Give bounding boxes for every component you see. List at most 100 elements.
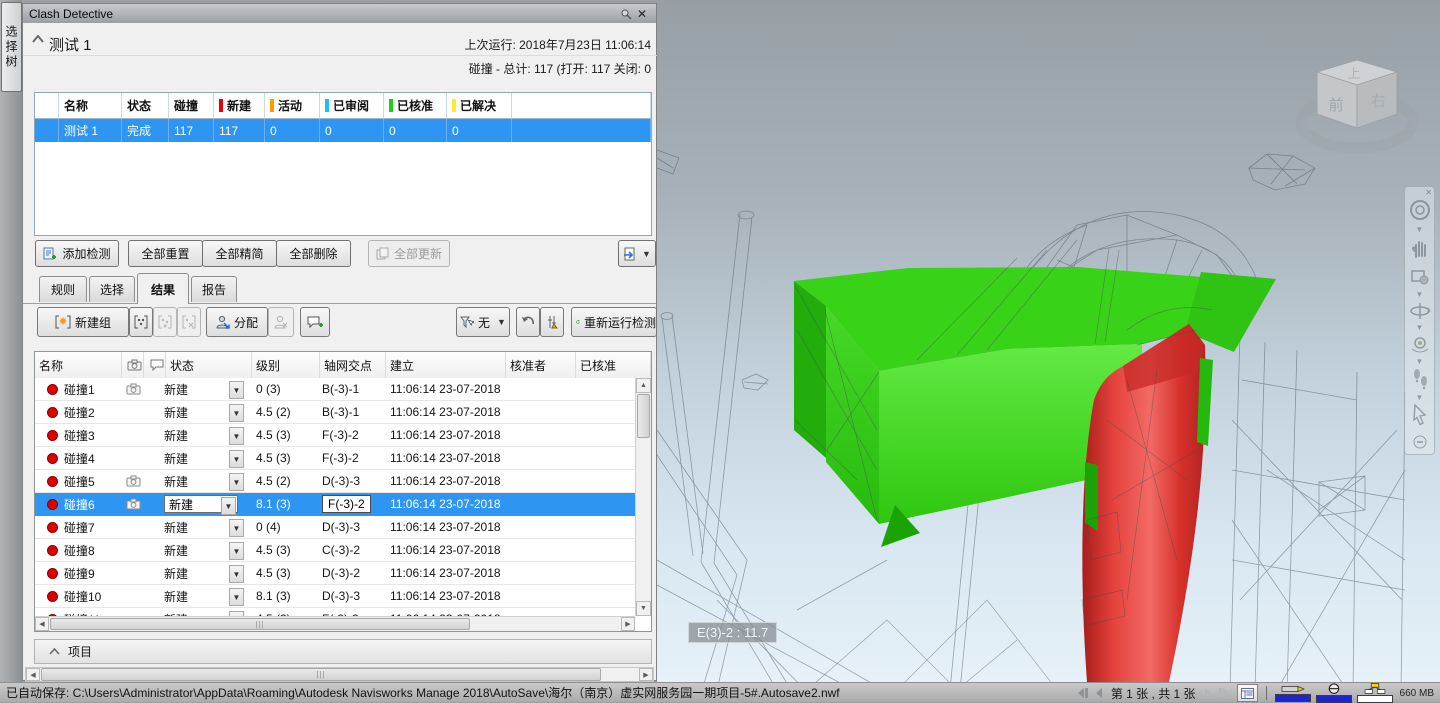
clash-row[interactable]: 碰撞1 新建▼ 0 (3) B(-3)-1 11:06:14 23-07-201…	[35, 378, 636, 401]
clash-status-combo[interactable]: 新建▼	[160, 539, 252, 561]
clash-status-combo[interactable]: 新建▼	[160, 585, 252, 607]
saved-viewpoint-cell[interactable]	[122, 585, 144, 607]
vertical-scroll-thumb[interactable]	[637, 394, 650, 438]
viewcube-front-label[interactable]: 前	[1328, 97, 1343, 114]
col-level[interactable]: 级别	[252, 352, 320, 378]
clash-row[interactable]: 碰撞9 新建▼ 4.5 (3) D(-3)-2 11:06:14 23-07-2…	[35, 562, 636, 585]
saved-viewpoint-cell[interactable]	[122, 539, 144, 561]
scene-viewport[interactable]: 上 前 右 西 东 E(3)-2 : 11.7 ✕ ▼ ▼ ▼ ▼	[657, 0, 1440, 682]
steering-wheel-tool[interactable]	[1405, 199, 1434, 221]
dropdown-arrow-icon[interactable]: ▼	[221, 497, 236, 515]
col-viewpoint[interactable]	[122, 352, 144, 378]
reset-all-button[interactable]: 全部重置	[128, 240, 203, 267]
tab-select[interactable]: 选择	[89, 276, 135, 302]
items-section-header[interactable]: 项目	[34, 639, 652, 664]
scroll-left-button[interactable]: ◀	[35, 617, 49, 631]
dropdown-arrow-icon[interactable]: ▼	[229, 588, 244, 606]
col-status[interactable]: 状态	[122, 93, 169, 119]
previous-sheet-button[interactable]	[1094, 687, 1104, 699]
filter-dropdown[interactable]: 无 ▼	[456, 307, 510, 337]
dropdown-arrow-icon[interactable]: ▼	[229, 381, 244, 399]
dropdown-arrow-icon[interactable]: ▼	[1405, 290, 1434, 299]
col-clash-name[interactable]: 名称	[35, 352, 122, 378]
next-sheet-button[interactable]	[1203, 687, 1213, 699]
scroll-down-button[interactable]: ▼	[636, 601, 651, 616]
viewcube-right-label[interactable]: 右	[1370, 93, 1385, 110]
walk-tool[interactable]	[1405, 368, 1434, 390]
saved-viewpoint-cell[interactable]	[122, 493, 144, 515]
clash-row[interactable]: 碰撞6 新建▼ 8.1 (3) F(-3)-2 11:06:14 23-07-2…	[35, 493, 636, 516]
dropdown-arrow-icon[interactable]: ▼	[229, 427, 244, 445]
saved-viewpoint-cell[interactable]	[122, 470, 144, 492]
col-new[interactable]: 新建	[214, 93, 265, 119]
saved-viewpoint-cell[interactable]	[122, 378, 144, 400]
dropdown-arrow-icon[interactable]: ▼	[229, 404, 244, 422]
clash-row[interactable]: 碰撞7 新建▼ 0 (4) D(-3)-3 11:06:14 23-07-201…	[35, 516, 636, 539]
group-icon-button[interactable]	[129, 307, 153, 337]
dropdown-arrow-icon[interactable]: ▼	[229, 450, 244, 468]
dropdown-arrow-icon[interactable]: ▼	[1405, 225, 1434, 234]
clash-row[interactable]: 碰撞10 新建▼ 8.1 (3) D(-3)-3 11:06:14 23-07-…	[35, 585, 636, 608]
col-approved-date[interactable]: 已核准	[576, 352, 651, 378]
pin-icon[interactable]	[618, 7, 634, 21]
dropdown-arrow-icon[interactable]: ▼	[1405, 393, 1434, 402]
horizontal-scroll-thumb[interactable]: |||	[41, 668, 601, 681]
zoom-tool[interactable]	[1405, 267, 1434, 287]
clash-status-combo[interactable]: 新建▼	[160, 516, 252, 538]
clash-row[interactable]: 碰撞4 新建▼ 4.5 (3) F(-3)-2 11:06:14 23-07-2…	[35, 447, 636, 470]
sheet-browser-button[interactable]	[1237, 684, 1258, 702]
col-clash-status[interactable]: 状态	[166, 352, 252, 378]
saved-viewpoint-cell[interactable]	[122, 516, 144, 538]
clash-status-combo[interactable]: 新建▼	[160, 401, 252, 423]
selection-tree-tab[interactable]: 选择树	[1, 2, 22, 92]
horizontal-scrollbar[interactable]: ◀ ||| ▶	[35, 616, 635, 631]
select-tool[interactable]	[1405, 404, 1434, 426]
tab-rules[interactable]: 规则	[39, 276, 87, 302]
clash-row[interactable]: 碰撞8 新建▼ 4.5 (3) C(-3)-2 11:06:14 23-07-2…	[35, 539, 636, 562]
col-grid-intersection[interactable]: 轴网交点	[320, 352, 386, 378]
dropdown-arrow-icon[interactable]: ▼	[229, 473, 244, 491]
saved-viewpoint-cell[interactable]	[122, 424, 144, 446]
last-sheet-button[interactable]	[1218, 687, 1232, 699]
saved-viewpoint-cell[interactable]	[122, 447, 144, 469]
rerun-test-button[interactable]: 重新运行检测	[571, 307, 657, 337]
panel-titlebar[interactable]: Clash Detective ✕	[23, 4, 656, 23]
dropdown-arrow-icon[interactable]: ▼	[229, 542, 244, 560]
first-sheet-button[interactable]	[1075, 687, 1089, 699]
clash-row[interactable]: 碰撞2 新建▼ 4.5 (2) B(-3)-1 11:06:14 23-07-2…	[35, 401, 636, 424]
navbar-collapse-icon[interactable]	[1405, 435, 1434, 449]
add-comment-button[interactable]	[300, 307, 330, 337]
navbar-close-icon[interactable]: ✕	[1425, 188, 1432, 197]
pan-tool[interactable]	[1405, 237, 1434, 259]
scroll-up-button[interactable]: ▲	[636, 378, 651, 393]
collapse-chevron-icon[interactable]	[32, 35, 44, 43]
dropdown-arrow-icon[interactable]: ▼	[1405, 357, 1434, 366]
clash-status-combo[interactable]: 新建▼	[160, 562, 252, 584]
assign-button[interactable]: 分配	[206, 307, 268, 337]
col-resolved[interactable]: 已解决	[447, 93, 512, 119]
saved-viewpoint-cell[interactable]	[122, 562, 144, 584]
new-group-button[interactable]: 新建组	[37, 307, 129, 337]
col-created[interactable]: 建立	[386, 352, 506, 378]
orbit-tool[interactable]	[1405, 301, 1434, 321]
col-approved-by[interactable]: 核准者	[506, 352, 576, 378]
clash-status-combo[interactable]: 新建▼	[160, 378, 252, 400]
col-active[interactable]: 活动	[265, 93, 320, 119]
col-reviewed[interactable]: 已审阅	[320, 93, 384, 119]
dropdown-arrow-icon[interactable]: ▼	[229, 519, 244, 537]
scroll-right-button[interactable]: ▶	[621, 617, 635, 631]
tab-report[interactable]: 报告	[191, 276, 237, 302]
tab-results[interactable]: 结果	[137, 273, 189, 304]
close-icon[interactable]: ✕	[634, 7, 650, 21]
clash-status-combo[interactable]: 新建▼	[160, 447, 252, 469]
clash-status-combo[interactable]: 新建▼	[160, 424, 252, 446]
dropdown-arrow-icon[interactable]: ▼	[1405, 323, 1434, 332]
col-name[interactable]: 名称	[59, 93, 122, 119]
clash-row[interactable]: 碰撞3 新建▼ 4.5 (3) F(-3)-2 11:06:14 23-07-2…	[35, 424, 636, 447]
panel-bottom-scrollbar[interactable]: ◀ ||| ▶	[25, 667, 654, 682]
test-row[interactable]: 测试 1 完成 117 117 0 0 0 0	[35, 119, 651, 142]
compact-all-button[interactable]: 全部精简	[202, 240, 277, 267]
col-approved[interactable]: 已核准	[384, 93, 447, 119]
scroll-right-button[interactable]: ▶	[639, 668, 653, 681]
vertical-scrollbar[interactable]: ▲ ▼	[635, 378, 651, 616]
